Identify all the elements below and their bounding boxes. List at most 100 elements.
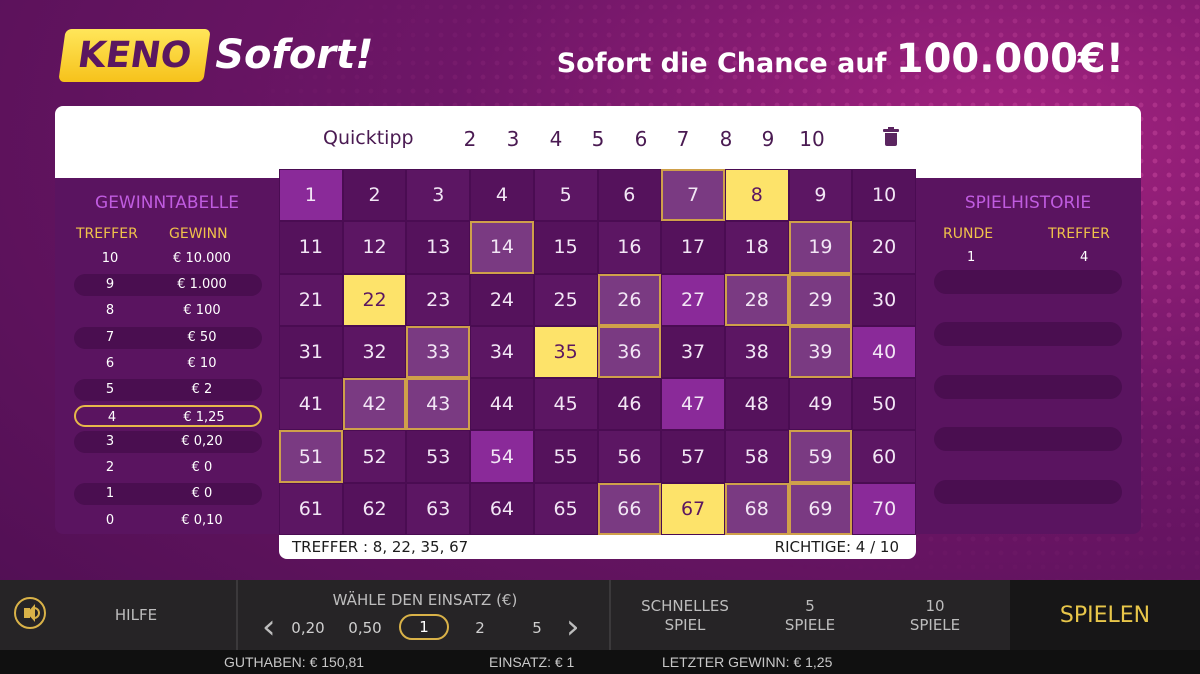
number-cell-51[interactable]: 51: [279, 430, 343, 483]
stake-option-2[interactable]: 2: [460, 619, 500, 637]
quicktipp-7-button[interactable]: 7: [671, 127, 695, 151]
number-cell-1[interactable]: 1: [279, 169, 343, 222]
number-cell-65[interactable]: 65: [533, 482, 598, 535]
number-cell-10[interactable]: 10: [852, 169, 916, 222]
number-cell-50[interactable]: 50: [852, 378, 916, 431]
number-cell-41[interactable]: 41: [279, 378, 343, 431]
number-cell-2[interactable]: 2: [342, 169, 407, 222]
sound-icon[interactable]: [14, 597, 46, 629]
number-cell-53[interactable]: 53: [406, 430, 471, 483]
number-cell-60[interactable]: 60: [852, 430, 916, 483]
quicktipp-5-button[interactable]: 5: [586, 127, 610, 151]
number-cell-33[interactable]: 33: [406, 325, 471, 379]
number-cell-29[interactable]: 29: [788, 273, 853, 326]
number-cell-61[interactable]: 61: [279, 482, 343, 535]
number-cell-27[interactable]: 27: [661, 273, 725, 326]
number-cell-46[interactable]: 46: [597, 378, 662, 431]
number-cell-42[interactable]: 42: [342, 378, 407, 431]
number-cell-14[interactable]: 14: [470, 221, 534, 274]
quicktipp-4-button[interactable]: 4: [544, 127, 568, 151]
number-cell-62[interactable]: 62: [342, 482, 407, 535]
number-cell-21[interactable]: 21: [279, 273, 343, 326]
number-cell-31[interactable]: 31: [279, 325, 343, 379]
number-cell-8[interactable]: 8: [724, 169, 789, 222]
number-cell-70[interactable]: 70: [852, 482, 916, 535]
number-cell-11[interactable]: 11: [279, 221, 343, 274]
quicktipp-10-button[interactable]: 10: [798, 127, 826, 151]
number-cell-9[interactable]: 9: [788, 169, 853, 222]
ten-line1: 10: [925, 597, 945, 615]
quicktipp-6-button[interactable]: 6: [629, 127, 653, 151]
number-cell-52[interactable]: 52: [342, 430, 407, 483]
schnelles-spiel-button[interactable]: SCHNELLES SPIEL: [620, 597, 750, 635]
quicktipp-8-button[interactable]: 8: [714, 127, 738, 151]
number-cell-48[interactable]: 48: [724, 378, 789, 431]
number-cell-6[interactable]: 6: [597, 169, 662, 222]
stake-option-1-selected[interactable]: 1: [399, 614, 449, 640]
history-row-empty: [934, 322, 1122, 346]
number-cell-68[interactable]: 68: [724, 482, 789, 535]
spielen-button[interactable]: SPIELEN: [1010, 603, 1200, 628]
quicktipp-2-button[interactable]: 2: [458, 127, 482, 151]
number-cell-69[interactable]: 69: [788, 482, 853, 535]
paytable-row: 9 € 1.000: [74, 274, 262, 296]
logo-sofort-text: Sofort!: [215, 32, 374, 78]
number-cell-55[interactable]: 55: [533, 430, 598, 483]
number-cell-39[interactable]: 39: [788, 325, 853, 379]
number-cell-49[interactable]: 49: [788, 378, 853, 431]
number-cell-19[interactable]: 19: [788, 221, 853, 274]
number-cell-45[interactable]: 45: [533, 378, 598, 431]
five-spiele-button[interactable]: 5 SPIELE: [760, 597, 860, 635]
number-cell-20[interactable]: 20: [852, 221, 916, 274]
number-cell-3[interactable]: 3: [406, 169, 471, 222]
number-cell-40[interactable]: 40: [852, 325, 916, 379]
number-cell-7[interactable]: 7: [661, 169, 725, 222]
number-cell-64[interactable]: 64: [470, 482, 534, 535]
chevron-right-icon[interactable]: ›: [566, 607, 580, 647]
number-cell-56[interactable]: 56: [597, 430, 662, 483]
stake-option-0-20[interactable]: 0,20: [288, 619, 328, 637]
trash-icon[interactable]: [883, 127, 899, 146]
number-cell-47[interactable]: 47: [661, 378, 725, 431]
gewinntabelle-gewinn-header: GEWINN: [169, 226, 228, 242]
number-cell-36[interactable]: 36: [597, 325, 662, 379]
number-cell-23[interactable]: 23: [406, 273, 471, 326]
number-cell-57[interactable]: 57: [661, 430, 725, 483]
number-cell-12[interactable]: 12: [342, 221, 407, 274]
hilfe-button[interactable]: HILFE: [96, 606, 176, 624]
number-cell-4[interactable]: 4: [470, 169, 534, 222]
paytable-gewinn: € 0,20: [181, 434, 223, 449]
number-cell-17[interactable]: 17: [661, 221, 725, 274]
number-cell-15[interactable]: 15: [533, 221, 598, 274]
number-cell-26[interactable]: 26: [597, 273, 662, 326]
ten-spiele-button[interactable]: 10 SPIELE: [885, 597, 985, 635]
stake-option-0-50[interactable]: 0,50: [345, 619, 385, 637]
number-cell-43[interactable]: 43: [406, 378, 471, 431]
number-cell-13[interactable]: 13: [406, 221, 471, 274]
number-cell-16[interactable]: 16: [597, 221, 662, 274]
number-cell-32[interactable]: 32: [342, 325, 407, 379]
number-cell-25[interactable]: 25: [533, 273, 598, 326]
quicktipp-9-button[interactable]: 9: [756, 127, 780, 151]
gewinntabelle-title: GEWINNTABELLE: [95, 193, 239, 213]
number-cell-59[interactable]: 59: [788, 430, 853, 483]
number-cell-35[interactable]: 35: [533, 325, 598, 379]
number-cell-22[interactable]: 22: [342, 273, 407, 326]
number-cell-67[interactable]: 67: [661, 482, 725, 535]
number-cell-28[interactable]: 28: [724, 273, 789, 326]
number-cell-37[interactable]: 37: [661, 325, 725, 379]
chevron-left-icon[interactable]: ‹: [262, 607, 276, 647]
number-cell-24[interactable]: 24: [470, 273, 534, 326]
number-cell-58[interactable]: 58: [724, 430, 789, 483]
number-cell-44[interactable]: 44: [470, 378, 534, 431]
number-cell-34[interactable]: 34: [470, 325, 534, 379]
stake-option-5[interactable]: 5: [517, 619, 557, 637]
number-cell-38[interactable]: 38: [724, 325, 789, 379]
quicktipp-3-button[interactable]: 3: [501, 127, 525, 151]
number-cell-30[interactable]: 30: [852, 273, 916, 326]
number-cell-66[interactable]: 66: [597, 482, 662, 535]
number-cell-18[interactable]: 18: [724, 221, 789, 274]
number-cell-5[interactable]: 5: [533, 169, 598, 222]
number-cell-54[interactable]: 54: [470, 430, 534, 483]
number-cell-63[interactable]: 63: [406, 482, 471, 535]
